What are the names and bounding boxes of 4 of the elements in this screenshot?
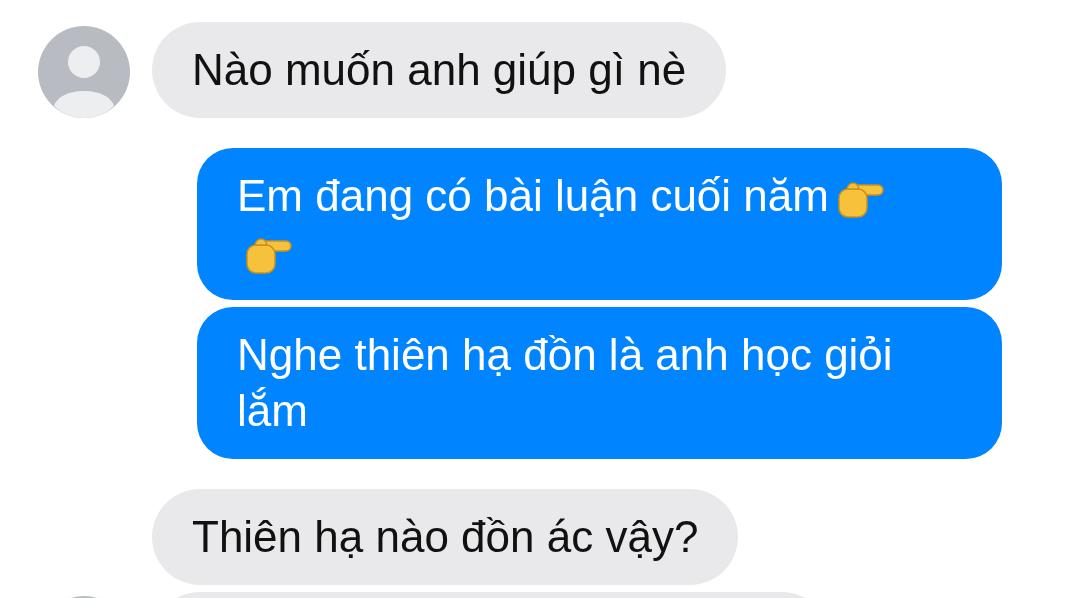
message-bubble: Thiên hạ nào đồn ác vậy? xyxy=(152,489,739,585)
message-bubble: Em đang có bài luận cuối năm xyxy=(197,148,1002,300)
message-bubble: Nào muốn anh giúp gì nè xyxy=(152,22,727,118)
message-bubble: Nghe thiên hạ đồn là anh học giỏi lắm xyxy=(197,307,1002,459)
